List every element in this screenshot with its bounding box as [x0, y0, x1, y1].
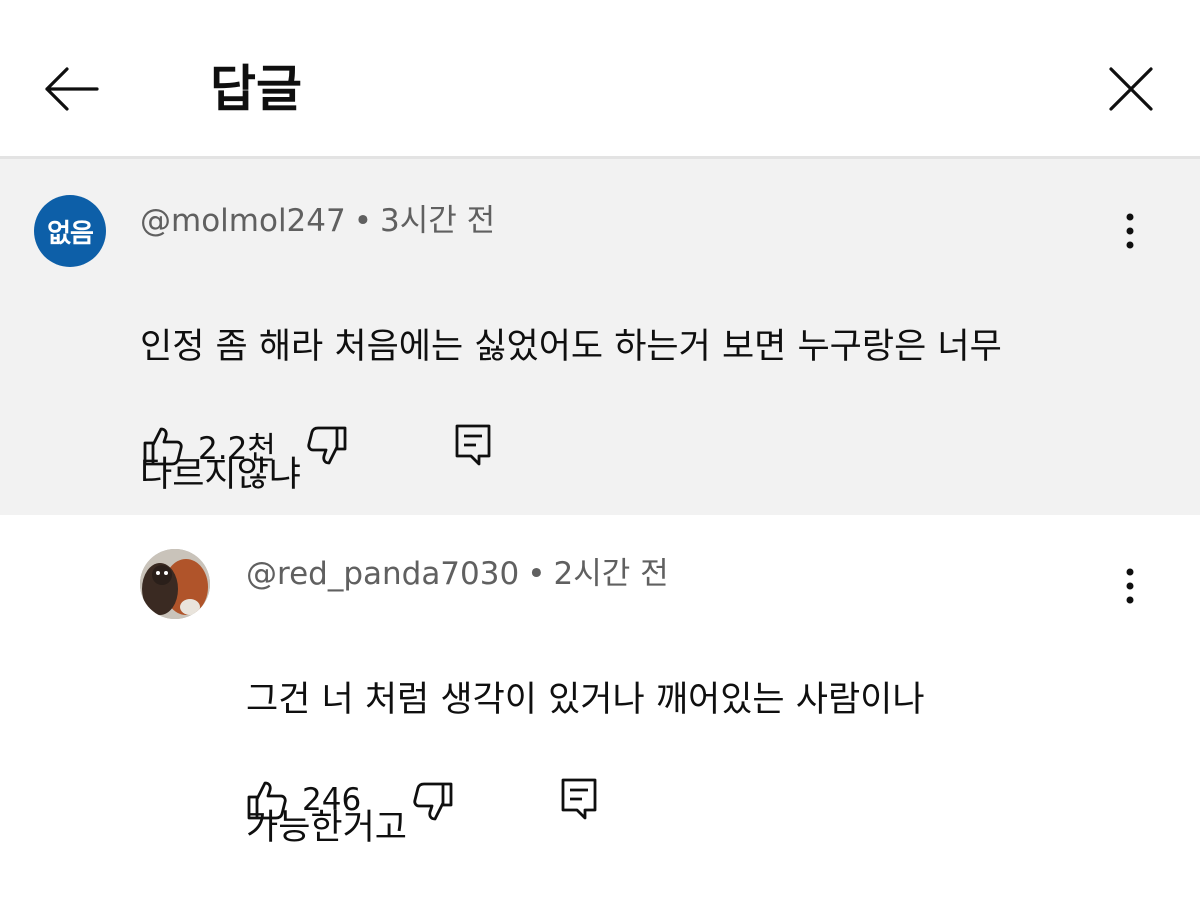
- username[interactable]: @red_panda7030: [246, 556, 519, 592]
- more-options-button[interactable]: [1110, 556, 1150, 616]
- page-title: 답글: [210, 60, 302, 118]
- meta-separator: •: [353, 203, 373, 239]
- dislike-button[interactable]: [306, 425, 348, 467]
- timestamp: 2시간 전: [553, 556, 669, 592]
- reply-text: 그건 너 처럼 생각이 있거나 깨어있는 사람이나 가능한거고: [246, 604, 925, 924]
- back-button[interactable]: [36, 54, 106, 124]
- like-button[interactable]: 246: [246, 779, 361, 821]
- reply-text-line: 그건 너 처럼 생각이 있거나 깨어있는 사람이나: [246, 680, 925, 720]
- reply-button[interactable]: [560, 777, 598, 821]
- comment-text: 인정 좀 해라 처음에는 싫었어도 하는거 보면 누구랑은 너무 다르지않냐: [140, 251, 1002, 571]
- more-options-button[interactable]: [1110, 201, 1150, 261]
- comment-icon: [561, 778, 597, 820]
- avatar[interactable]: [140, 549, 210, 619]
- close-icon: [1109, 67, 1153, 111]
- parent-comment: 없음 @molmol247 • 3시간 전 인정 좀 해라 처음에는 싫었어도 하는…: [0, 159, 1200, 515]
- more-vertical-icon: [1126, 213, 1134, 249]
- like-count: 246: [302, 782, 362, 818]
- arrow-left-icon: [45, 67, 99, 111]
- close-button[interactable]: [1096, 54, 1166, 124]
- header: 답글: [0, 0, 1200, 156]
- reply-button[interactable]: [454, 423, 492, 467]
- like-button[interactable]: 2.2천: [142, 423, 276, 468]
- username[interactable]: @molmol247: [140, 203, 346, 239]
- red-panda-avatar-image: [140, 549, 210, 619]
- thumbs-up-icon: [143, 427, 183, 465]
- comment-icon: [455, 424, 491, 466]
- thumbs-down-icon: [413, 782, 453, 821]
- dislike-button[interactable]: [412, 781, 454, 823]
- avatar[interactable]: 없음: [34, 195, 106, 267]
- like-count: 2.2천: [198, 431, 276, 467]
- meta-separator: •: [527, 556, 546, 592]
- thumbs-down-icon: [307, 426, 347, 465]
- comment-meta: @molmol247 • 3시간 전: [140, 201, 495, 241]
- thumbs-up-icon: [247, 781, 287, 820]
- comment-text-line: 인정 좀 해라 처음에는 싫었어도 하는거 보면 누구랑은 너무: [140, 327, 1002, 367]
- reply-meta: @red_panda7030 • 2시간 전: [246, 554, 669, 594]
- timestamp: 3시간 전: [380, 203, 496, 239]
- more-vertical-icon: [1126, 568, 1134, 604]
